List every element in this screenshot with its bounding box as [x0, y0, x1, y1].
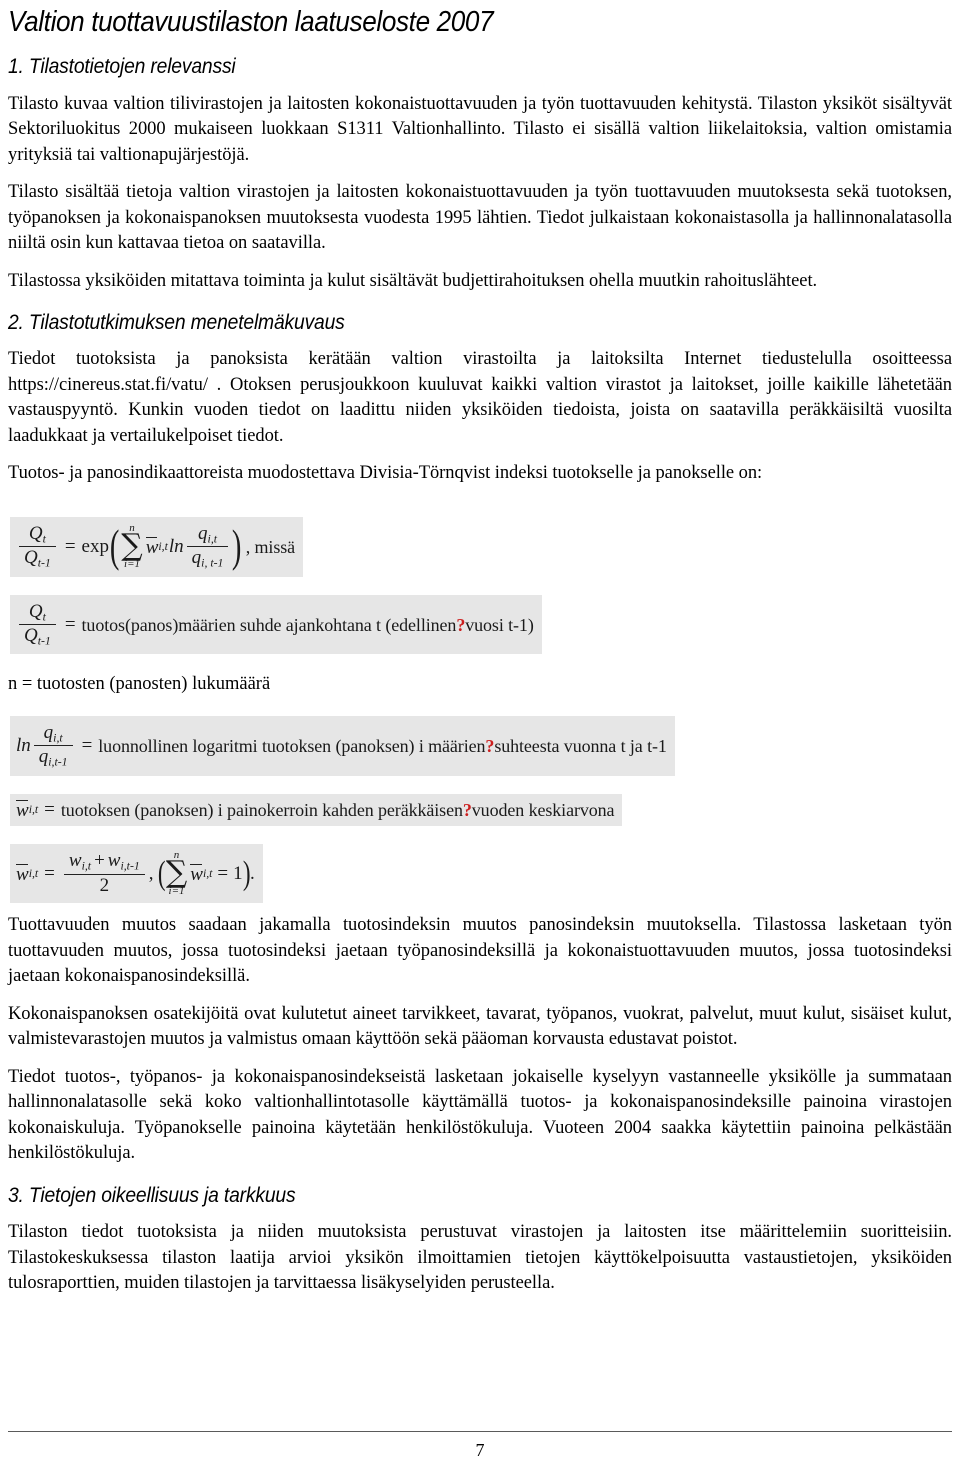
section-heading-3: 3. Tietojen oikeellisuus ja tarkkuus [8, 1183, 296, 1207]
wavg-w2: w [107, 850, 121, 872]
wavg-lhs-sub: i,t [28, 866, 39, 880]
formula-weight-average-row: w i,t = wi,t + wi,t-1 2 , ( n ∑ i=1 w i,t = … [10, 843, 952, 904]
encoding-error-marker-icon: ? [462, 799, 472, 820]
right-paren-icon: ) [242, 855, 251, 893]
wavg-sum-equals: = [217, 863, 229, 885]
lndef-text-after: suhteesta vuonna t ja t-1 [494, 735, 667, 756]
divisia-q-den: q [191, 547, 202, 569]
wdef-equals: = [44, 799, 55, 821]
lndef-ln-label: ln [16, 735, 31, 757]
qdef-text-before: tuotos(panos)määrien suhde ajankohtana t… [81, 614, 457, 635]
wavg-equals: = [44, 863, 55, 885]
formula-divisia-row: Qt Qt-1 = exp ( n ∑ i=1 w i,t ln qi,t qi,… [10, 516, 952, 577]
divisia-Q-num: Q [28, 522, 43, 544]
paragraph-2-1: Tiedot tuotoksista ja panoksista kerätää… [8, 349, 952, 446]
left-paren-icon: ( [109, 520, 120, 572]
lndef-q-num: q [43, 721, 54, 743]
formula-n-definition: n = tuotosten (panosten) lukumäärä [8, 674, 271, 695]
lndef-q-num-sub: i,t [53, 731, 63, 745]
encoding-error-marker-icon: ? [485, 735, 495, 756]
right-paren-icon: ) [232, 520, 242, 572]
divisia-q-num: q [198, 522, 208, 544]
summation-symbol: n ∑ i=1 [165, 849, 188, 898]
sigma-icon: ∑ [121, 528, 143, 564]
formula-ln-definition: ln qi,t qi,t-1 = luonnollinen logaritmi … [10, 715, 675, 776]
divisia-exp-label: exp [81, 536, 109, 558]
document-page: Valtion tuottavuustilaston laatuseloste … [0, 0, 960, 1467]
formula-weight-average: w i,t = wi,t + wi,t-1 2 , ( n ∑ i=1 w i,t = … [10, 843, 263, 904]
wavg-sum-weight: w [190, 863, 203, 885]
page-title: Valtion tuottavuustilaston laatuseloste … [8, 6, 494, 38]
wavg-sum-value: 1 [233, 863, 243, 885]
divisia-equals: = [64, 536, 76, 558]
frac-q-ratio-lndef: qi,t qi,t-1 [33, 721, 73, 770]
lndef-q-den-sub: i,t-1 [48, 755, 68, 769]
wavg-w1-sub: i,t [81, 859, 92, 873]
sigma-icon: ∑ [165, 855, 188, 891]
paragraph-1-3: Tilastossa yksiköiden mitattava toiminta… [8, 270, 818, 291]
section-heading-2: 2. Tilastotutkimuksen menetelmäkuvaus [8, 311, 345, 335]
formula-q-ratio-row: Qt Qt-1 = tuotos(panos)määrien suhde aja… [10, 594, 952, 655]
qdef-equals: = [64, 614, 76, 636]
divisia-ln-label: ln [168, 536, 184, 558]
wavg-comma: , [148, 863, 154, 885]
divisia-q-num-sub: i,t [207, 532, 218, 546]
frac-Q-ratio-def: Qt Qt-1 [19, 601, 56, 649]
paragraph-1-2: Tilasto sisältää tietoja valtion virasto… [8, 182, 952, 254]
paragraph-2-2: Tuotos- ja panosindikaattoreista muodost… [8, 463, 763, 484]
lndef-q-den: q [38, 746, 49, 768]
paragraph-3-1: Tilaston tiedot tuotoksista ja niiden mu… [8, 1222, 952, 1294]
formula-ln-row: ln qi,t qi,t-1 = luonnollinen logaritmi … [10, 715, 952, 776]
formula-weight-definition: w i,t = tuotoksen (panoksen) i painokerro… [10, 793, 623, 826]
encoding-error-marker-icon: ? [456, 614, 466, 635]
qdef-text-after: vuosi t-1) [465, 614, 534, 635]
frac-Q-ratio: Qt Qt-1 [19, 523, 56, 571]
qdef-Q-den: Q [24, 625, 38, 647]
frac-q-ratio: qi,t qi, t-1 [186, 522, 229, 571]
wavg-sum-weight-sub: i,t [202, 866, 213, 880]
wavg-w1: w [68, 850, 82, 872]
left-paren-icon: ( [157, 855, 166, 893]
divisia-trailing-text: , missä [245, 536, 296, 557]
lndef-text-before: luonnollinen logaritmi tuotoksen (panoks… [98, 735, 486, 756]
paragraph-2-5: Tiedot tuotos-, työpanos- ja kokonaispan… [8, 1066, 952, 1164]
divisia-Q-num-sub: t [42, 532, 46, 546]
section-heading-1: 1. Tilastotietojen relevanssi [8, 55, 236, 79]
paragraph-1-1: Tilasto kuvaa valtion tilivirastojen ja … [8, 93, 952, 165]
wavg-lhs: w [16, 863, 29, 885]
divisia-weight: w [145, 536, 159, 558]
qdef-Q-num: Q [28, 600, 43, 622]
formula-divisia-tornqvist: Qt Qt-1 = exp ( n ∑ i=1 w i,t ln qi,t qi,… [10, 516, 304, 577]
divisia-weight-sub: i,t [158, 539, 168, 553]
wdef-weight-sub: i,t [28, 802, 39, 816]
page-footer: 7 [8, 1431, 952, 1461]
qdef-Q-den-sub: t-1 [37, 634, 51, 648]
divisia-Q-den-sub: t-1 [37, 556, 51, 570]
wavg-sum-lower: i=1 [168, 884, 185, 897]
formula-q-ratio-definition: Qt Qt-1 = tuotos(panos)määrien suhde aja… [10, 594, 542, 655]
summation-symbol: n ∑ i=1 [121, 522, 143, 571]
lndef-equals: = [81, 735, 93, 757]
footer-divider [8, 1431, 952, 1432]
wavg-plus: + [94, 850, 105, 872]
divisia-q-den-sub: i, t-1 [201, 556, 224, 570]
paragraph-2-4: Kokonaispanoksen osatekijöitä ovat kulut… [8, 1003, 952, 1050]
wdef-weight: w [16, 799, 29, 821]
wdef-text-after: vuoden keskiarvona [471, 799, 615, 820]
wavg-denominator: 2 [99, 874, 110, 896]
formula-weight-def-row: w i,t = tuotoksen (panoksen) i painokerro… [10, 793, 952, 826]
wdef-text-before: tuotoksen (panoksen) i painokerroin kahd… [60, 799, 463, 820]
qdef-Q-num-sub: t [42, 610, 46, 624]
paragraph-2-3: Tuottavuuden muutos saadaan jakamalla tu… [8, 915, 952, 987]
divisia-Q-den: Q [24, 547, 38, 569]
page-number: 7 [475, 1440, 485, 1460]
wavg-w2-sub: i,t-1 [120, 859, 140, 873]
wavg-period: . [249, 863, 255, 885]
frac-weight-average: wi,t + wi,t-1 2 [63, 850, 145, 897]
sum-lower-limit: i=1 [124, 557, 140, 570]
